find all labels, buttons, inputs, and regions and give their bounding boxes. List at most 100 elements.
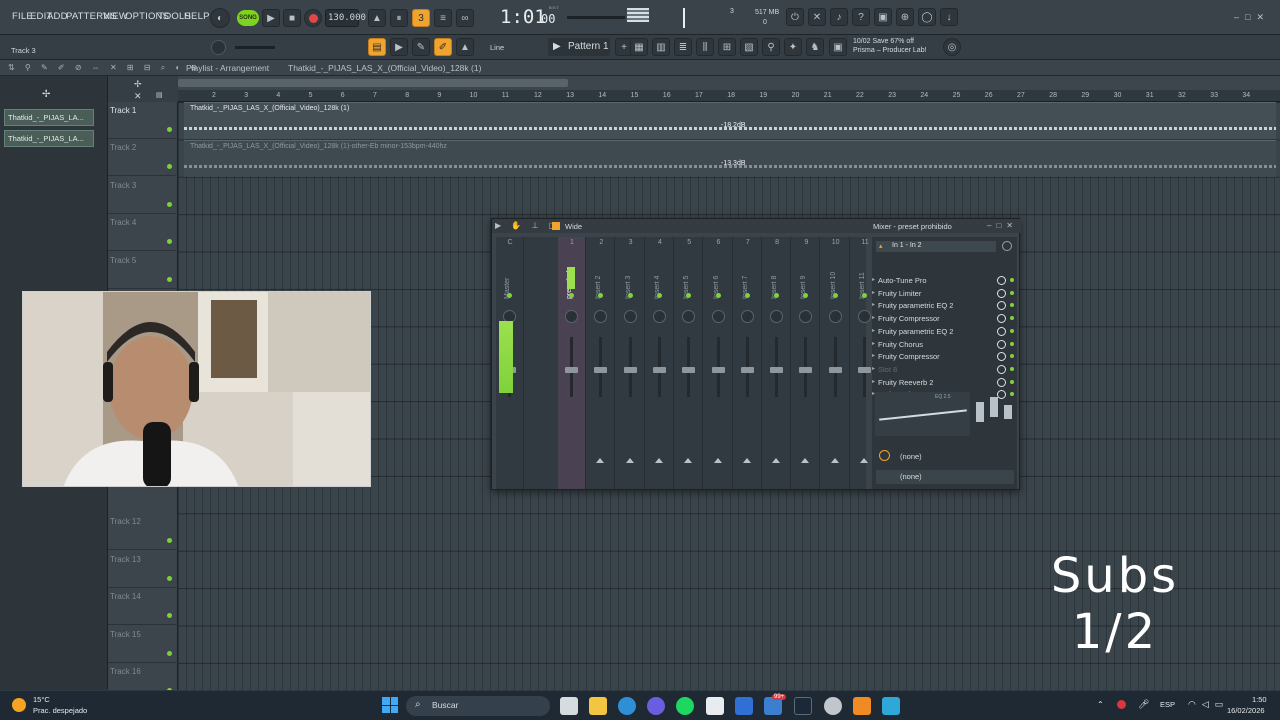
mixer-window-controls[interactable]: –□✕: [987, 221, 1018, 230]
track-header[interactable]: Track 14: [108, 588, 178, 626]
send-arrow-icon[interactable]: [860, 458, 868, 463]
wait-input-icon[interactable]: ⏸: [390, 9, 408, 27]
steam-icon[interactable]: [794, 697, 812, 715]
slot-enable-led[interactable]: [1010, 379, 1014, 384]
phase-icon[interactable]: [1002, 241, 1012, 251]
outlook-icon[interactable]: [735, 697, 753, 715]
eq-graph[interactable]: EQ 2.5: [875, 392, 970, 436]
windows-start-icon[interactable]: [382, 697, 398, 713]
task-view-icon[interactable]: [560, 697, 578, 715]
mixer-strip[interactable]: 8 Insert 8: [763, 237, 792, 489]
piano-roll-icon[interactable]: ▥: [652, 38, 670, 56]
output-select-1[interactable]: (none): [876, 450, 1014, 464]
plugin-database-icon[interactable]: ▧: [740, 38, 758, 56]
mic-tray-icon[interactable]: 🎤︎: [1138, 699, 1149, 710]
pan-knob[interactable]: [828, 310, 842, 323]
track-enable-led[interactable]: [167, 164, 172, 170]
mixer-strip[interactable]: 6 Insert 6: [705, 237, 733, 489]
routing-select[interactable]: ▴ In 1 - In 2: [876, 241, 996, 252]
add-track-icon[interactable]: ✢: [134, 79, 142, 90]
fader-cap[interactable]: [858, 367, 871, 373]
mix-knob-icon[interactable]: [997, 276, 1006, 285]
weather-icon[interactable]: [12, 698, 26, 712]
track-enable-led[interactable]: [167, 575, 172, 581]
expand-icon[interactable]: ▸: [872, 314, 875, 321]
track-header[interactable]: Track 2: [108, 139, 178, 177]
track-header[interactable]: Track 1: [108, 102, 178, 139]
close-track-icon[interactable]: ✕: [134, 91, 142, 102]
song-mode-button[interactable]: SONG: [237, 10, 259, 26]
strip-mute-led[interactable]: [715, 293, 721, 298]
weather-temp[interactable]: 15°C: [33, 695, 50, 704]
pattern-prev-icon[interactable]: ▶: [553, 41, 561, 52]
draw-tool-icon[interactable]: ✎: [412, 38, 430, 56]
track-enable-led[interactable]: [167, 650, 172, 656]
track-enable-led[interactable]: [167, 201, 172, 207]
tempo-display[interactable]: 130.000: [325, 9, 366, 27]
mixer-open-icon[interactable]: ✕: [808, 8, 826, 26]
loop-record-icon[interactable]: ∞: [456, 9, 474, 27]
mixer-strip[interactable]: 7 Insert 7: [734, 237, 762, 489]
stamp-icon[interactable]: ▲: [456, 38, 474, 56]
track-options-icon[interactable]: ▤: [156, 91, 163, 99]
tray-expand-icon[interactable]: ⌃: [1097, 700, 1104, 709]
main-volume-slider[interactable]: [235, 46, 275, 49]
mix-knob-icon[interactable]: [997, 314, 1006, 324]
playlist-scrollbar[interactable]: [178, 76, 1280, 90]
strip-mute-led[interactable]: [507, 293, 512, 298]
slot-enable-led[interactable]: [1010, 366, 1014, 371]
fader-cap[interactable]: [740, 367, 754, 373]
fader-cap[interactable]: [770, 367, 784, 373]
snap-select[interactable]: Line: [490, 43, 504, 52]
main-pitch-knob[interactable]: [211, 40, 226, 55]
clock-date[interactable]: 16/02/2026: [1227, 706, 1265, 715]
pan-knob[interactable]: [623, 310, 637, 323]
app-icon[interactable]: [882, 697, 900, 715]
pan-knob[interactable]: [652, 310, 666, 323]
eq-fader-2[interactable]: [990, 397, 998, 417]
faders-icon[interactable]: ⫼: [696, 38, 714, 56]
cpu-panic-icon[interactable]: ⏻: [786, 8, 804, 26]
effect-slot[interactable]: ▸ Fruity Compressor: [872, 351, 1014, 363]
mix-knob-icon[interactable]: [997, 352, 1006, 362]
time-display[interactable]: 1:01: [500, 6, 546, 28]
playlist-tool-icons[interactable]: ⇅ ⚲ ✎ ✐ ⊘ ⇔ ✕ ⊞ ⊟ ⌕ ◐ ⊕: [8, 63, 201, 73]
obs-icon[interactable]: [824, 697, 842, 715]
touch-keyboard-icon[interactable]: ♞: [806, 38, 824, 56]
mixer-strip[interactable]: 1pres. ibido: [558, 237, 586, 489]
mixer-strip[interactable]: 2 Insert 2: [587, 237, 616, 489]
edge-icon[interactable]: [618, 697, 636, 715]
expand-icon[interactable]: ▸: [872, 289, 875, 296]
arrow-tool-icon[interactable]: ▶: [390, 38, 408, 56]
mixer-view-label[interactable]: Wide: [565, 222, 582, 231]
mixer-layout-icon[interactable]: [552, 222, 560, 230]
strip-mute-led[interactable]: [744, 293, 750, 298]
mix-knob-icon[interactable]: [997, 301, 1006, 311]
track-header[interactable]: Track 12: [108, 513, 178, 551]
track-enable-led[interactable]: [167, 239, 172, 245]
effect-slot[interactable]: ▸ Fruity Chorus: [872, 339, 1014, 351]
pattern-selector[interactable]: ▶ Pattern 1: [548, 38, 610, 56]
metronome-icon[interactable]: ▲: [368, 9, 386, 27]
menu-item[interactable]: ADD: [47, 11, 68, 22]
track-header[interactable]: Track 4: [108, 214, 178, 252]
edison-icon[interactable]: ✦: [784, 38, 802, 56]
effect-slot[interactable]: ▸ Fruity Compressor: [872, 313, 1014, 325]
send-arrow-icon[interactable]: [830, 458, 839, 463]
stop-icon[interactable]: ■: [283, 9, 301, 27]
mic-icon[interactable]: ♪: [830, 8, 848, 26]
mix-knob-icon[interactable]: [997, 377, 1006, 387]
slot-enable-led[interactable]: [1010, 316, 1014, 321]
countdown-icon[interactable]: 3: [412, 9, 430, 27]
fader-cap[interactable]: [565, 367, 578, 373]
eq-fader-3[interactable]: [1004, 405, 1012, 419]
strip-mute-led[interactable]: [862, 293, 867, 298]
file-explorer-icon[interactable]: [589, 697, 607, 715]
slot-enable-led[interactable]: [1010, 392, 1014, 397]
strip-mute-led[interactable]: [569, 293, 574, 298]
plugin-icon[interactable]: ⊕: [896, 8, 914, 26]
fader-cap[interactable]: [799, 367, 813, 373]
pan-knob[interactable]: [770, 310, 784, 323]
search-box[interactable]: ⌕ Buscar: [406, 696, 550, 716]
weather-desc[interactable]: Prac. despejado: [33, 706, 87, 715]
